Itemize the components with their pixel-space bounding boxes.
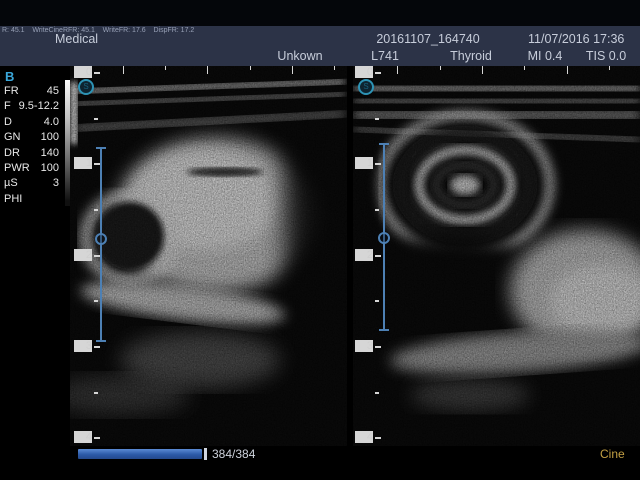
footer-bar: 384/384 Cine	[0, 446, 640, 480]
depth-label: 2	[355, 249, 373, 261]
param-row-d: D4.0	[4, 116, 59, 131]
preset-label: Thyroid	[450, 49, 492, 63]
datetime-label: 11/07/2016 17:36	[528, 32, 624, 46]
tis-label: TIS 0.0	[586, 49, 626, 63]
depth-label: 4	[74, 431, 92, 443]
depth-label: 4	[355, 431, 373, 443]
depth-label: 0	[74, 66, 92, 78]
patient-name-label: Unkown	[277, 49, 322, 63]
cine-progress-bar[interactable]	[78, 449, 202, 459]
parameter-list: FR45 F9.5-12.2 D4.0 GN100 DR140 PWR100 µ…	[4, 85, 59, 208]
depth-label: 1	[74, 157, 92, 169]
image-area: 0 1 2 3 4 0 1 2 3 4 S S	[70, 66, 640, 446]
orientation-marker-icon: S	[358, 79, 374, 95]
param-row-gn: GN100	[4, 131, 59, 146]
param-row-f: F9.5-12.2	[4, 100, 59, 115]
panel-divider	[347, 66, 353, 446]
param-row-us: µS3	[4, 177, 59, 192]
depth-label: 3	[355, 340, 373, 352]
depth-label: 0	[355, 66, 373, 78]
param-row-dr: DR140	[4, 147, 59, 162]
depth-label: 3	[74, 340, 92, 352]
depth-label: 1	[355, 157, 373, 169]
frame-rate-debug-text: R: 45.1 WriteCineRFR: 45.1 WriteFR: 17.6…	[2, 27, 194, 34]
probe-label: L741	[371, 49, 399, 63]
cine-status-label: Cine	[600, 447, 625, 461]
orientation-marker-icon: S	[78, 79, 94, 95]
frame-counter: 384/384	[212, 447, 255, 461]
param-row-fr: FR45	[4, 85, 59, 100]
param-row-pwr: PWR100	[4, 162, 59, 177]
param-row-phi: PHI	[4, 193, 59, 208]
ultrasound-screen: R: 45.1 WriteCineRFR: 45.1 WriteFR: 17.6…	[0, 0, 640, 480]
header-bar: R: 45.1 WriteCineRFR: 45.1 WriteFR: 17.6…	[0, 26, 640, 66]
depth-label: 2	[74, 249, 92, 261]
right-panel-anatomy	[352, 66, 640, 446]
control-panel: B FR45 F9.5-12.2 D4.0 GN100 DR140 PWR100…	[0, 66, 70, 446]
mode-indicator: B	[5, 69, 14, 84]
cine-progress-endcap	[204, 448, 207, 460]
facility-label: Medical	[55, 32, 98, 46]
study-id-label: 20161107_164740	[376, 32, 479, 46]
mi-label: MI 0.4	[528, 49, 563, 63]
left-panel-anatomy	[70, 66, 349, 446]
top-black-strip	[0, 0, 640, 26]
